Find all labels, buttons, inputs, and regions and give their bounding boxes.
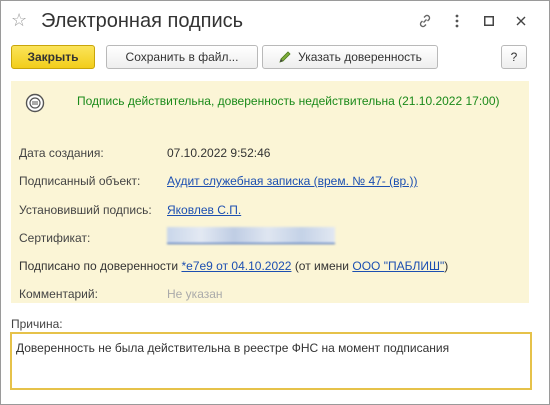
proxy-middle: (от имени [294,259,350,273]
maximize-icon[interactable] [473,11,505,31]
signed-object-label: Подписанный объект: [19,174,141,188]
more-menu-icon[interactable] [441,11,473,31]
signed-object-link[interactable]: Аудит служебная записка (врем. № 47- (вр… [167,174,418,188]
comment-label: Комментарий: [19,287,98,301]
reason-label: Причина: [11,317,63,331]
close-button[interactable]: Закрыть [11,45,95,69]
proxy-org-link[interactable]: ООО "ПАБЛИШ" [352,259,444,273]
signature-window: ☆ Электронная подпись Закрыть Сохранить … [0,0,550,405]
proxy-link[interactable]: *e7e9 от 04.10.2022 [181,259,291,273]
save-to-file-button[interactable]: Сохранить в файл... [106,45,258,69]
comment-value: Не указан [167,287,223,301]
created-label: Дата создания: [19,146,104,160]
signature-status-text: Подпись действительна, доверенность неде… [77,94,500,108]
command-bar: Закрыть Сохранить в файл... Указать дове… [11,45,539,71]
set-proxy-label: Указать доверенность [298,50,422,64]
signer-link[interactable]: Яковлев С.П. [167,203,241,217]
link-icon[interactable] [409,11,441,31]
favorite-star-icon[interactable]: ☆ [11,10,27,30]
created-value: 07.10.2022 9:52:46 [167,146,271,160]
window-title: Электронная подпись [41,10,244,32]
pencil-icon [278,50,292,64]
title-bar-controls [409,11,537,31]
set-proxy-button[interactable]: Указать доверенность [262,45,438,69]
certificate-label: Сертификат: [19,231,91,245]
help-button[interactable]: ? [501,45,527,69]
signature-seal-icon [25,93,45,113]
proxy-row: Подписано по доверенности *e7e9 от 04.10… [19,259,448,273]
proxy-suffix: ) [444,259,449,273]
proxy-prefix: Подписано по доверенности [19,259,179,273]
reason-textarea[interactable]: Доверенность не была действительна в рее… [10,332,532,390]
certificate-link-redacted[interactable] [167,227,335,244]
close-icon[interactable] [505,11,537,31]
title-bar: ☆ Электронная подпись [1,1,549,41]
signer-label: Установивший подпись: [19,203,152,217]
